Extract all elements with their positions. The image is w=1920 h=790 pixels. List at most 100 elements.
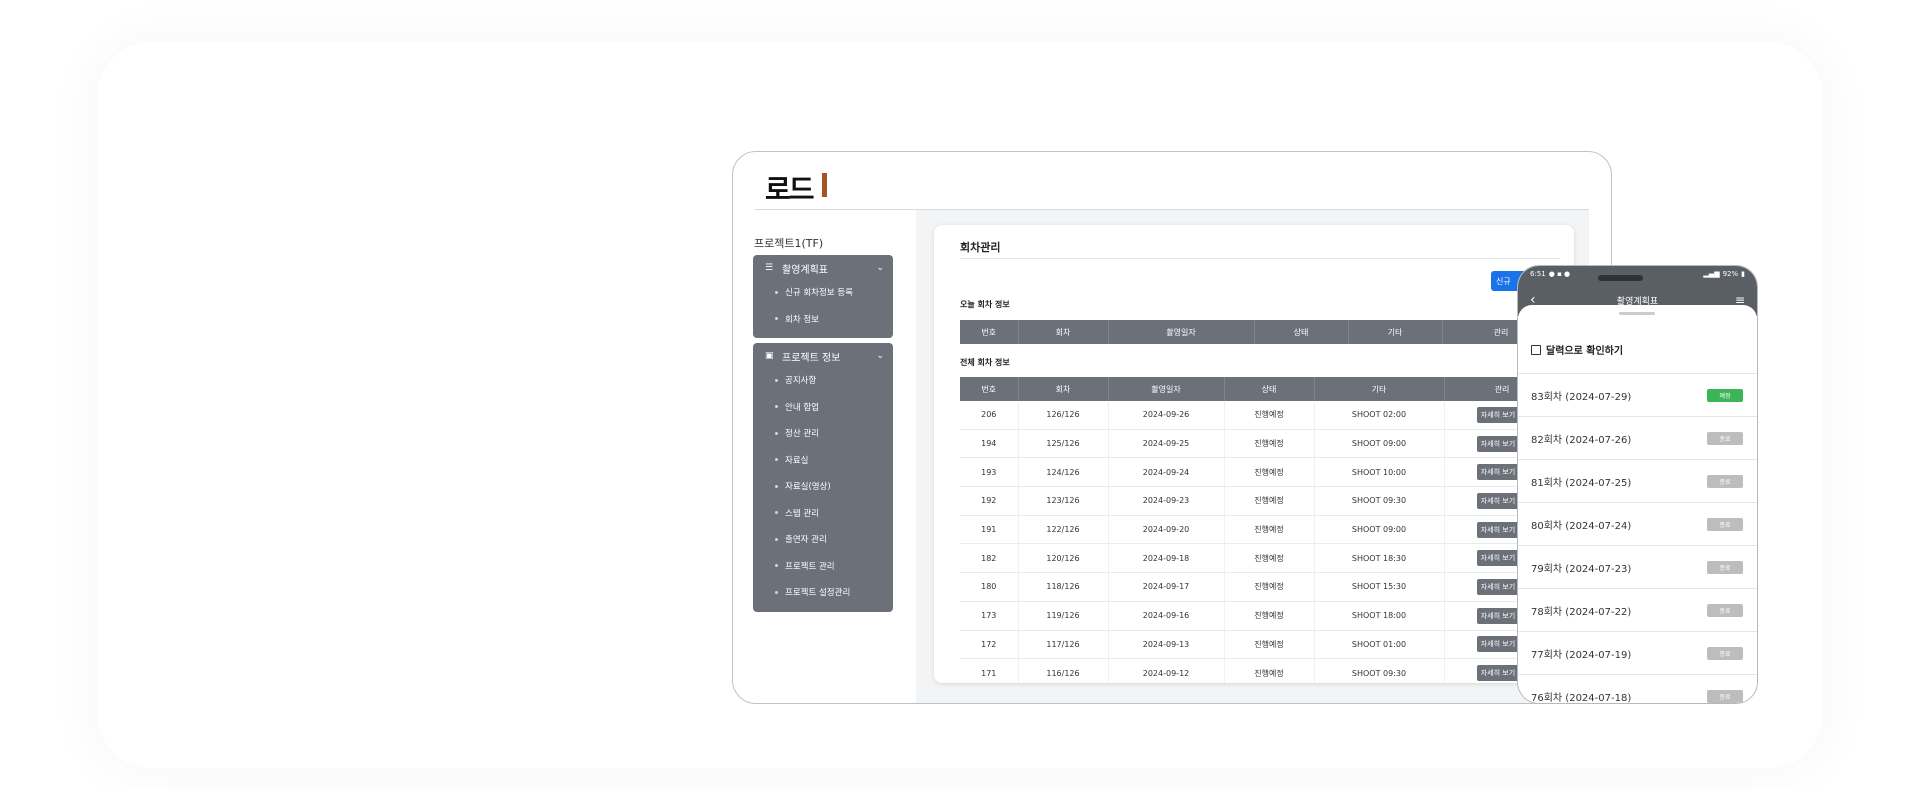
menu-group-header[interactable]: ▣ 프로젝트 정보 ⌄ bbox=[753, 345, 893, 367]
sidebar-item-label: 공지사항 bbox=[785, 376, 817, 387]
main-panel: 회차관리 신규 오늘 회차 정보 번호 회차 촬영일자 상태 기타 관리 전체 회차 정보… bbox=[934, 225, 1574, 683]
all-section-title: 전체 회차 정보 bbox=[960, 358, 1010, 367]
table-cell: 2024-09-12 bbox=[1108, 658, 1225, 683]
today-section-title: 오늘 회차 정보 bbox=[960, 300, 1010, 309]
status-badge: 종료 bbox=[1707, 603, 1743, 617]
schedule-item[interactable]: 80회차 (2024-07-24) 종료 bbox=[1518, 502, 1757, 545]
sidebar-item[interactable]: 공지사항 bbox=[753, 367, 893, 394]
camera-notch bbox=[1598, 275, 1643, 281]
table-cell: 2024-09-16 bbox=[1108, 601, 1225, 631]
sidebar-item[interactable]: 자료실 bbox=[753, 447, 893, 474]
calendar-icon bbox=[1531, 344, 1541, 355]
column-header: 번호 bbox=[960, 320, 1019, 344]
table-cell: 진행예정 bbox=[1224, 630, 1315, 660]
schedule-label: 80회차 (2024-07-24) bbox=[1531, 520, 1632, 532]
sidebar-item[interactable]: 정산 관리 bbox=[753, 420, 893, 447]
sidebar-item[interactable]: 안내 합업 bbox=[753, 394, 893, 421]
menu-group-header[interactable]: ☰ 촬영계획표 ⌄ bbox=[753, 257, 893, 279]
table-cell: 193 bbox=[960, 457, 1019, 488]
menu-groups: ☰ 촬영계획표 ⌄ 신규 회차정보 등록 회차 정보 ▣ 프로젝트 정보 ⌄ 공지사항 안내 합업… bbox=[753, 255, 893, 612]
table-cell: 진행예정 bbox=[1224, 543, 1315, 574]
sidebar-item[interactable]: 신규 회차정보 등록 bbox=[753, 279, 893, 306]
schedule-item[interactable]: 77회차 (2024-07-19) 종료 bbox=[1518, 631, 1757, 674]
table-cell: 118/126 bbox=[1018, 572, 1109, 602]
all-table-body: 206 126/126 2024-09-26 진행예정 SHOOT 02:00 자세히 보… bbox=[960, 401, 1561, 683]
schedule-item[interactable]: 76회차 (2024-07-18) 종료 bbox=[1518, 674, 1757, 703]
sidebar-item-label: 회차 정보 bbox=[785, 314, 819, 325]
status-badge: 종료 bbox=[1707, 689, 1743, 703]
schedule-label: 81회차 (2024-07-25) bbox=[1531, 477, 1632, 489]
table-cell: 진행예정 bbox=[1224, 429, 1315, 459]
bullet-icon bbox=[775, 537, 778, 541]
chevron-down-icon[interactable]: ⌄ bbox=[876, 351, 884, 361]
sidebar-item-label: 스텝 관리 bbox=[785, 508, 819, 519]
table-cell: 172 bbox=[960, 630, 1019, 660]
table-cell: SHOOT 09:30 bbox=[1314, 658, 1445, 683]
table-row: 191 122/126 2024-09-20 진행예정 SHOOT 09:00 자세히 보… bbox=[960, 515, 1561, 545]
table-cell: SHOOT 02:00 bbox=[1314, 401, 1445, 430]
bullet-icon bbox=[775, 290, 778, 294]
table-cell: 123/126 bbox=[1018, 486, 1109, 516]
table-row: 192 123/126 2024-09-23 진행예정 SHOOT 09:30 자세히 보… bbox=[960, 486, 1561, 516]
sidebar-item-label: 자료실 bbox=[785, 455, 809, 466]
table-cell: 2024-09-23 bbox=[1108, 486, 1225, 516]
status-badge: 종료 bbox=[1707, 646, 1743, 660]
bullet-icon bbox=[775, 431, 778, 435]
bullet-icon bbox=[775, 484, 778, 488]
column-header: 상태 bbox=[1224, 377, 1315, 401]
sidebar-item-label: 자료실(영상) bbox=[785, 482, 831, 493]
calendar-label: 달력으로 확인하기 bbox=[1546, 346, 1624, 357]
sheet-handle[interactable] bbox=[1619, 312, 1655, 315]
sidebar-item[interactable]: 프로젝트 관리 bbox=[753, 553, 893, 580]
column-header: 번호 bbox=[960, 377, 1019, 401]
column-header: 촬영일자 bbox=[1108, 320, 1255, 344]
calendar-link[interactable]: 달력으로 확인하기 bbox=[1531, 342, 1623, 357]
bullet-icon bbox=[775, 590, 778, 594]
title-divider bbox=[960, 258, 1560, 259]
chevron-down-icon[interactable]: ⌄ bbox=[876, 263, 884, 273]
bullet-icon bbox=[775, 378, 778, 382]
schedule-item[interactable]: 79회차 (2024-07-23) 종료 bbox=[1518, 545, 1757, 588]
table-cell: SHOOT 09:00 bbox=[1314, 515, 1445, 545]
column-header: 기타 bbox=[1314, 377, 1445, 401]
logo[interactable]: 로드 bbox=[765, 170, 829, 206]
today-table-header: 번호 회차 촬영일자 상태 기타 관리 bbox=[960, 320, 1561, 344]
all-table: 번호 회차 촬영일자 상태 기타 관리 206 126/126 2024-09-26 진행예정 S… bbox=[960, 377, 1561, 683]
sidebar-item[interactable]: 자료실(영상) bbox=[753, 473, 893, 500]
table-cell: 2024-09-18 bbox=[1108, 543, 1225, 574]
schedule-label: 77회차 (2024-07-19) bbox=[1531, 649, 1632, 661]
column-header: 상태 bbox=[1254, 320, 1349, 344]
table-cell: 2024-09-13 bbox=[1108, 630, 1225, 660]
menu-group-title: 프로젝트 정보 bbox=[782, 352, 841, 364]
table-cell: 125/126 bbox=[1018, 429, 1109, 459]
logo-accent-bar bbox=[822, 173, 827, 197]
status-badge: 종료 bbox=[1707, 560, 1743, 574]
schedule-label: 83회차 (2024-07-29) bbox=[1531, 391, 1632, 403]
sidebar-item-label: 안내 합업 bbox=[785, 402, 819, 413]
project-name: 프로젝트1(TF) bbox=[754, 237, 824, 250]
sidebar: 프로젝트1(TF) ☰ 촬영계획표 ⌄ 신규 회차정보 등록 회차 정보 ▣ 프로젝트 정보… bbox=[753, 235, 893, 617]
menu-group: ▣ 프로젝트 정보 ⌄ 공지사항 안내 합업 정산 관리 자료실 자료실(영상) 스텝 관리 출연… bbox=[753, 343, 893, 612]
sidebar-item[interactable]: 프로젝트 설정관리 bbox=[753, 579, 893, 606]
schedule-item[interactable]: 78회차 (2024-07-22) 종료 bbox=[1518, 588, 1757, 631]
sidebar-item[interactable]: 회차 정보 bbox=[753, 306, 893, 333]
table-row: 180 118/126 2024-09-17 진행예정 SHOOT 15:30 자세히 보… bbox=[960, 572, 1561, 602]
status-badge: 종료 bbox=[1707, 517, 1743, 531]
desktop-mockup: 로드 프로젝트1(TF) ☰ 촬영계획표 ⌄ 신규 회차정보 등록 회차 정보 ▣ 프로젝트… bbox=[732, 151, 1612, 704]
schedule-item[interactable]: 81회차 (2024-07-25) 종료 bbox=[1518, 459, 1757, 502]
page-title: 회차관리 bbox=[960, 241, 1001, 254]
schedule-item[interactable]: 82회차 (2024-07-26) 종료 bbox=[1518, 416, 1757, 459]
logo-text: 로드 bbox=[765, 173, 815, 206]
table-cell: 124/126 bbox=[1018, 457, 1109, 488]
table-cell: 진행예정 bbox=[1224, 572, 1315, 602]
schedule-item[interactable]: 83회차 (2024-07-29) 예정 bbox=[1518, 373, 1757, 416]
sidebar-item[interactable]: 스텝 관리 bbox=[753, 500, 893, 527]
menu-group-title: 촬영계획표 bbox=[782, 264, 828, 276]
table-row: 206 126/126 2024-09-26 진행예정 SHOOT 02:00 자세히 보… bbox=[960, 401, 1561, 430]
table-cell: 122/126 bbox=[1018, 515, 1109, 545]
table-cell: 194 bbox=[960, 429, 1019, 459]
sidebar-item[interactable]: 출연자 관리 bbox=[753, 526, 893, 553]
phone-mockup: 6:51 ● ▪ ● ▂▄▆ 92% ▮ ‹ 촬영계획표 ≡ 달력으로 확인하기… bbox=[1517, 265, 1758, 704]
schedule-label: 78회차 (2024-07-22) bbox=[1531, 606, 1632, 618]
schedule-label: 82회차 (2024-07-26) bbox=[1531, 434, 1632, 446]
